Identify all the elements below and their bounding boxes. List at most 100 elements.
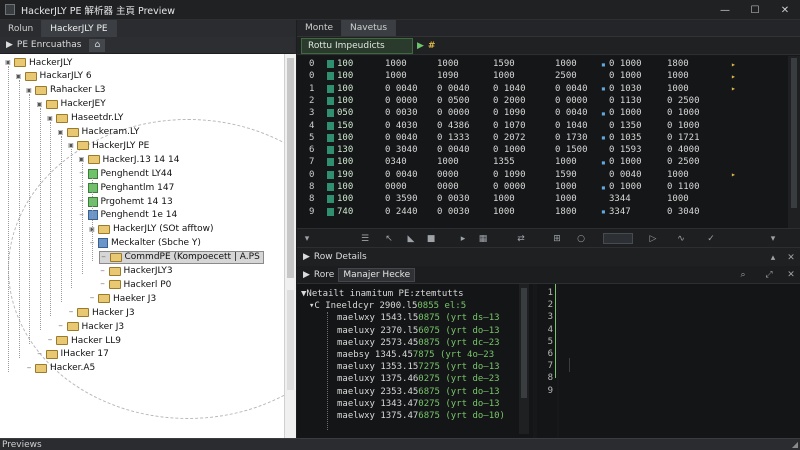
leaf-dash-icon[interactable]: ─ xyxy=(25,364,33,372)
table-cell[interactable]: 0 1000 xyxy=(609,157,642,167)
table-cell[interactable]: 3347 xyxy=(609,207,631,217)
stop-icon[interactable]: ■ xyxy=(425,233,437,244)
close-icon[interactable]: ✕ xyxy=(785,269,797,280)
table-cell[interactable]: 0000 xyxy=(437,182,459,192)
swap-icon[interactable]: ⇄ xyxy=(515,233,527,244)
table-cell[interactable]: 1000 xyxy=(493,207,515,217)
close-button[interactable]: ✕ xyxy=(770,0,800,20)
tree-item[interactable]: ▣ Hackeram.LY xyxy=(57,126,140,139)
table-cell[interactable]: 0 1333 xyxy=(437,133,470,143)
table-cell[interactable]: 1590 xyxy=(493,59,515,69)
table-cell[interactable]: 0 0040 xyxy=(555,84,588,94)
table-cell[interactable]: 1000 xyxy=(667,170,689,180)
table-cell[interactable]: 1000 xyxy=(555,194,577,204)
table-cell[interactable]: 1800 xyxy=(555,207,577,217)
hash-icon[interactable]: # xyxy=(428,41,436,51)
table-cell[interactable]: 0 1350 xyxy=(609,121,642,131)
details-item[interactable]: maeluxy 2353.45 6875 (yrt do—13 xyxy=(337,386,500,398)
tree-item[interactable]: ▣ HackerJ.13 14 14 xyxy=(78,153,180,166)
details-item[interactable]: maeluxy 2573.45 0875 (yrt dc—23 xyxy=(337,337,500,349)
table-cell[interactable]: 0 1000 xyxy=(667,108,700,118)
table-row[interactable]: 5 100 0 0040 0 1333 0 2072 0 1730 0 1035 0 1721… xyxy=(297,132,800,144)
details-item[interactable]: maelwxy 1375.47 6875 (yrt do—10) xyxy=(337,410,505,422)
table-cell[interactable]: 0 1090 xyxy=(493,170,526,180)
table-cell[interactable]: 0 0040 xyxy=(385,84,418,94)
play-icon[interactable]: ▷ xyxy=(647,233,659,244)
tree-item[interactable]: ▣ HackerJLY (SOt afftow) xyxy=(88,223,213,236)
grid-scroll-thumb[interactable] xyxy=(791,58,797,208)
table-cell[interactable]: 0 0040 xyxy=(437,145,470,155)
table-cell[interactable]: 100 xyxy=(337,157,353,167)
dropdown-icon[interactable]: ▾ xyxy=(767,233,779,244)
table-cell[interactable]: 100 xyxy=(337,84,353,94)
tree-item[interactable]: ─ IHacker 17 xyxy=(36,348,109,361)
table-cell[interactable]: 0 1130 xyxy=(609,96,642,106)
leaf-dash-icon[interactable]: ─ xyxy=(88,295,96,303)
table-cell[interactable]: 0000 xyxy=(437,170,459,180)
table-cell[interactable]: 0 1070 xyxy=(493,121,526,131)
details-scroll-thumb[interactable] xyxy=(521,288,527,398)
table-cell[interactable]: 150 xyxy=(337,121,353,131)
tree-item[interactable]: ▣ HackarJLY 6 xyxy=(15,70,92,83)
table-icon[interactable]: ⊞ xyxy=(551,233,563,244)
table-cell[interactable]: 0 0040 xyxy=(555,108,588,118)
table-cell[interactable]: 740 xyxy=(337,207,353,217)
table-cell[interactable]: 0 1030 xyxy=(609,84,642,94)
table-cell[interactable]: 0000 xyxy=(385,182,407,192)
table-cell[interactable]: 0 1035 xyxy=(609,133,642,143)
tree-item[interactable]: ─ Hacker.A5 xyxy=(25,362,95,375)
run-arrow-icon[interactable]: ▶ xyxy=(417,41,424,51)
tree-view-icon[interactable]: ⌂ xyxy=(89,38,106,52)
details-item[interactable]: maeluxy 1353.15 7275 (yrt do—13 xyxy=(337,361,500,373)
table-cell[interactable]: 3344 xyxy=(609,194,631,204)
leaf-dash-icon[interactable]: ─ xyxy=(46,337,54,345)
table-cell[interactable]: 190 xyxy=(337,170,353,180)
table-cell[interactable]: 1000 xyxy=(555,59,577,69)
table-cell[interactable]: 0 3040 xyxy=(385,145,418,155)
tree-item[interactable]: ▣ HackerJLY xyxy=(4,56,72,69)
details-item[interactable]: maebsy 1345.45 7875 (yrt 4o—23 xyxy=(337,349,494,361)
maximize-button[interactable]: ☐ xyxy=(740,0,770,20)
list-icon[interactable]: ☰ xyxy=(359,233,371,244)
table-cell[interactable]: 0 1593 xyxy=(609,145,642,155)
tab-hackerjly-pe[interactable]: HackerJLY PE xyxy=(42,20,117,37)
close-details-icon[interactable]: ✕ xyxy=(785,252,797,263)
table-cell[interactable]: 0 4386 xyxy=(437,121,470,131)
table-cell[interactable]: 0 4030 xyxy=(385,121,418,131)
details-tab[interactable]: ▶ Row Details xyxy=(303,252,367,262)
table-cell[interactable]: 1800 xyxy=(667,59,689,69)
tree-item[interactable]: ─ HackerJLY3 xyxy=(99,265,173,278)
table-cell[interactable]: 1000 xyxy=(493,71,515,81)
table-cell[interactable]: 100 xyxy=(337,96,353,106)
table-cell[interactable]: 0 1000 xyxy=(609,71,642,81)
table-cell[interactable]: 0 1730 xyxy=(555,133,588,143)
table-cell[interactable]: 0 2500 xyxy=(667,96,700,106)
collapse-triangle-icon[interactable]: ▴ xyxy=(767,252,779,263)
resize-grip-icon[interactable]: ◢ xyxy=(792,440,798,449)
forward-icon[interactable]: ▸ xyxy=(457,233,469,244)
tree-item[interactable]: ─ Hacker J3 xyxy=(57,320,124,333)
table-row[interactable]: 0 190 0 0040 0000 0 1090 1590 0 0040 1000 ▸ xyxy=(297,169,800,181)
tree-item[interactable]: ▣ HackerJEY xyxy=(36,98,106,111)
table-cell[interactable]: 0 1500 xyxy=(555,145,588,155)
table-cell[interactable]: 0 3040 xyxy=(667,207,700,217)
details-item[interactable]: maeluxy 1375.46 0275 (yrt de—23 xyxy=(337,373,500,385)
table-cell[interactable]: 100 xyxy=(337,133,353,143)
table-cell[interactable]: 0 0030 xyxy=(437,207,470,217)
table-cell[interactable]: 1000 xyxy=(437,157,459,167)
pointer-icon[interactable]: ↖ xyxy=(383,233,395,244)
table-cell[interactable]: 0 1000 xyxy=(609,108,642,118)
table-cell[interactable]: 0 0030 xyxy=(437,194,470,204)
table-cell[interactable]: 0 2000 xyxy=(493,96,526,106)
table-cell[interactable]: 0 1040 xyxy=(493,84,526,94)
table-cell[interactable]: 0340 xyxy=(385,157,407,167)
check-icon[interactable]: ✓ xyxy=(705,233,717,244)
expand-arrow-icon[interactable]: ▶ xyxy=(6,40,13,50)
details-scrollbar[interactable] xyxy=(519,284,529,434)
table-cell[interactable]: 0 0500 xyxy=(437,96,470,106)
table-row[interactable]: 6 130 0 3040 0 0040 0 1000 0 1500 0 1593 0 4000 xyxy=(297,144,800,156)
table-row[interactable]: 1 100 0 0040 0 0040 0 1040 0 0040 0 1030 1000 ▪ ▸ xyxy=(297,83,800,95)
table-row[interactable]: 3 050 0 0030 0 0000 0 1090 0 0040 0 1000 0 1000… xyxy=(297,107,800,119)
table-row[interactable]: 2 100 0 0000 0 0500 0 2000 0 0000 0 1130 0 2500 xyxy=(297,95,800,107)
table-cell[interactable]: 100 xyxy=(337,59,353,69)
